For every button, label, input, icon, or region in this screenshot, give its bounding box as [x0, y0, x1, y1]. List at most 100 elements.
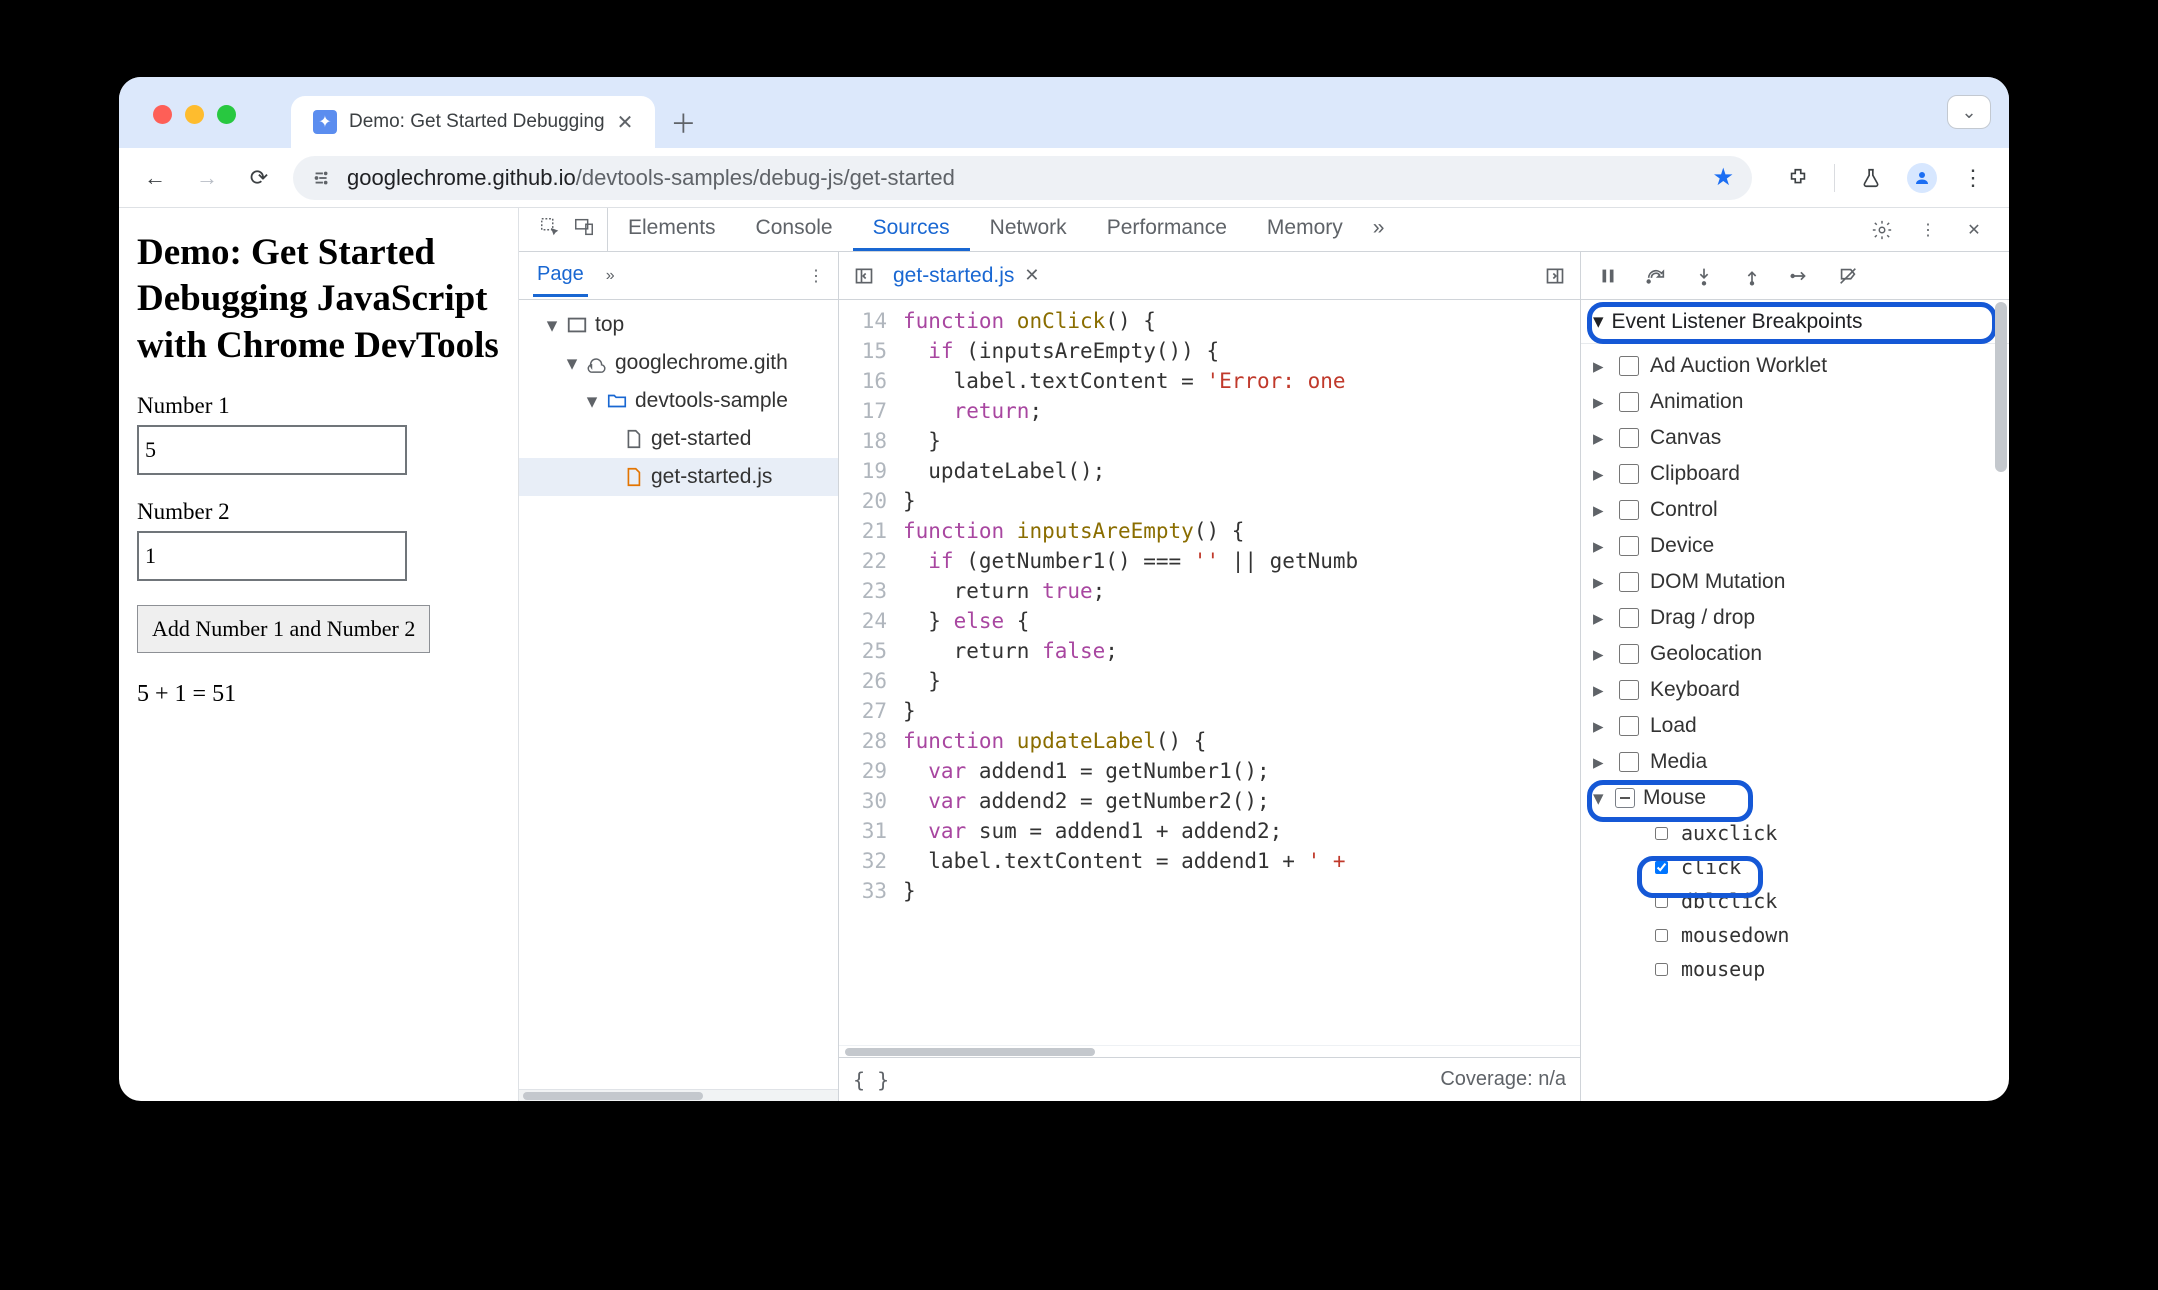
new-tab-button[interactable]: ＋ [665, 104, 701, 140]
page-heading: Demo: Get Started Debugging JavaScript w… [137, 230, 500, 369]
tree-origin[interactable]: ▾googlechrome.gith [519, 344, 838, 382]
mouse-event-row[interactable]: mousedown [1651, 918, 2009, 952]
tabs-overflow-icon[interactable]: » [1363, 208, 1395, 251]
category-checkbox[interactable] [1619, 608, 1639, 628]
window-controls [153, 105, 236, 124]
event-checkbox[interactable] [1655, 963, 1668, 976]
site-settings-icon[interactable] [311, 167, 333, 189]
breakpoint-category[interactable]: ▸Drag / drop [1581, 600, 2009, 636]
close-file-tab-icon[interactable]: ✕ [1024, 265, 1039, 286]
step-into-button[interactable] [1691, 263, 1717, 289]
category-label: Control [1650, 498, 1718, 522]
tab-sources[interactable]: Sources [853, 208, 970, 251]
event-checkbox[interactable] [1655, 929, 1668, 942]
category-checkbox[interactable] [1619, 500, 1639, 520]
devtools-close-icon[interactable]: ✕ [1961, 217, 1987, 243]
coverage-status: Coverage: n/a [1440, 1068, 1566, 1091]
tab-performance[interactable]: Performance [1087, 208, 1247, 251]
debugger-vscrollbar[interactable] [1995, 302, 2007, 602]
mouse-event-row[interactable]: dblclick [1651, 884, 2009, 918]
category-label: Drag / drop [1650, 606, 1755, 630]
event-checkbox[interactable] [1655, 827, 1668, 840]
category-checkbox[interactable] [1619, 644, 1639, 664]
navigator-menu-icon[interactable]: ⋮ [808, 266, 824, 286]
device-toggle-icon[interactable] [573, 216, 595, 243]
breakpoint-category[interactable]: ▸Canvas [1581, 420, 2009, 456]
breakpoint-category[interactable]: ▸Keyboard [1581, 672, 2009, 708]
step-over-button[interactable] [1643, 263, 1669, 289]
close-tab-button[interactable]: ✕ [617, 110, 634, 135]
category-checkbox[interactable] [1619, 536, 1639, 556]
devtools-menu-icon[interactable]: ⋮ [1915, 217, 1941, 243]
add-button[interactable]: Add Number 1 and Number 2 [137, 605, 430, 653]
step-out-button[interactable] [1739, 263, 1765, 289]
tab-network[interactable]: Network [970, 208, 1087, 251]
labs-flask-icon[interactable] [1853, 160, 1889, 196]
breakpoint-category[interactable]: ▸Control [1581, 492, 2009, 528]
close-window-button[interactable] [153, 105, 172, 124]
back-button[interactable]: ← [137, 160, 173, 196]
inspect-element-icon[interactable] [539, 216, 561, 243]
editor-file-tab[interactable]: get-started.js✕ [887, 264, 1045, 288]
tree-folder[interactable]: ▾devtools-sample [519, 382, 838, 420]
breakpoint-category[interactable]: ▸Media [1581, 744, 2009, 780]
devtools-settings-icon[interactable] [1869, 217, 1895, 243]
category-checkbox[interactable] [1619, 752, 1639, 772]
navigator-overflow-icon[interactable]: » [606, 267, 615, 285]
debugger-pane: ▾ Event Listener Breakpoints ▸Ad Auction… [1581, 252, 2009, 1101]
category-checkbox[interactable] [1619, 428, 1639, 448]
tree-file-js[interactable]: get-started.js [519, 458, 838, 496]
navigator-hscrollbar[interactable] [519, 1089, 838, 1101]
navigator-page-tab[interactable]: Page [533, 255, 588, 297]
category-checkbox[interactable] [1619, 392, 1639, 412]
tab-console[interactable]: Console [736, 208, 853, 251]
minimize-window-button[interactable] [185, 105, 204, 124]
editor-hscrollbar[interactable] [839, 1045, 1580, 1057]
pretty-print-icon[interactable]: { } [853, 1068, 889, 1092]
browser-tab[interactable]: ✦ Demo: Get Started Debugging ✕ [291, 96, 655, 148]
deactivate-breakpoints-button[interactable] [1835, 263, 1861, 289]
forward-button[interactable]: → [189, 160, 225, 196]
category-checkbox[interactable] [1619, 464, 1639, 484]
event-listener-breakpoints-header[interactable]: ▾ Event Listener Breakpoints [1581, 300, 2009, 344]
code-view[interactable]: 14 15 16 17 18 19 20 21 22 23 24 25 26 2… [839, 300, 1580, 1045]
mouse-event-row[interactable]: auxclick [1651, 816, 2009, 850]
breakpoint-category[interactable]: ▸Geolocation [1581, 636, 2009, 672]
category-checkbox[interactable] [1619, 356, 1639, 376]
event-checkbox[interactable] [1655, 861, 1668, 874]
mouse-event-row[interactable]: mouseup [1651, 952, 2009, 986]
reload-button[interactable]: ⟳ [241, 160, 277, 196]
tab-elements[interactable]: Elements [608, 208, 736, 251]
number1-input[interactable] [137, 425, 407, 475]
maximize-window-button[interactable] [217, 105, 236, 124]
breakpoint-category[interactable]: ▸Load [1581, 708, 2009, 744]
tree-file-html[interactable]: get-started [519, 420, 838, 458]
category-checkbox[interactable] [1619, 680, 1639, 700]
breakpoint-category[interactable]: ▸Device [1581, 528, 2009, 564]
number2-input[interactable] [137, 531, 407, 581]
mouse-event-row[interactable]: click [1651, 850, 2009, 884]
browser-menu-icon[interactable]: ⋮ [1955, 160, 1991, 196]
breakpoint-category[interactable]: ▸Animation [1581, 384, 2009, 420]
breakpoint-category-mouse[interactable]: ▾Mouse [1581, 780, 2009, 816]
omnibox[interactable]: googlechrome.github.io/devtools-samples/… [293, 156, 1752, 200]
tab-memory[interactable]: Memory [1247, 208, 1363, 251]
tree-top-frame[interactable]: ▾top [519, 306, 838, 344]
browser-window: ✦ Demo: Get Started Debugging ✕ ＋ ⌄ ← → … [119, 77, 2009, 1101]
step-button[interactable] [1787, 263, 1813, 289]
category-checkbox-partial[interactable] [1615, 788, 1635, 808]
category-checkbox[interactable] [1619, 716, 1639, 736]
extensions-icon[interactable] [1780, 160, 1816, 196]
profile-avatar-icon[interactable] [1907, 163, 1937, 193]
breakpoint-category[interactable]: ▸DOM Mutation [1581, 564, 2009, 600]
toggle-debugger-icon[interactable] [1540, 261, 1570, 291]
breakpoint-category[interactable]: ▸Ad Auction Worklet [1581, 348, 2009, 384]
tabstrip-chevron-button[interactable]: ⌄ [1947, 95, 1991, 129]
event-checkbox[interactable] [1655, 895, 1668, 908]
breakpoint-category[interactable]: ▸Clipboard [1581, 456, 2009, 492]
toggle-navigator-icon[interactable] [849, 261, 879, 291]
category-checkbox[interactable] [1619, 572, 1639, 592]
category-label: Geolocation [1650, 642, 1762, 666]
bookmark-star-icon[interactable]: ★ [1712, 163, 1734, 192]
pause-button[interactable] [1595, 263, 1621, 289]
